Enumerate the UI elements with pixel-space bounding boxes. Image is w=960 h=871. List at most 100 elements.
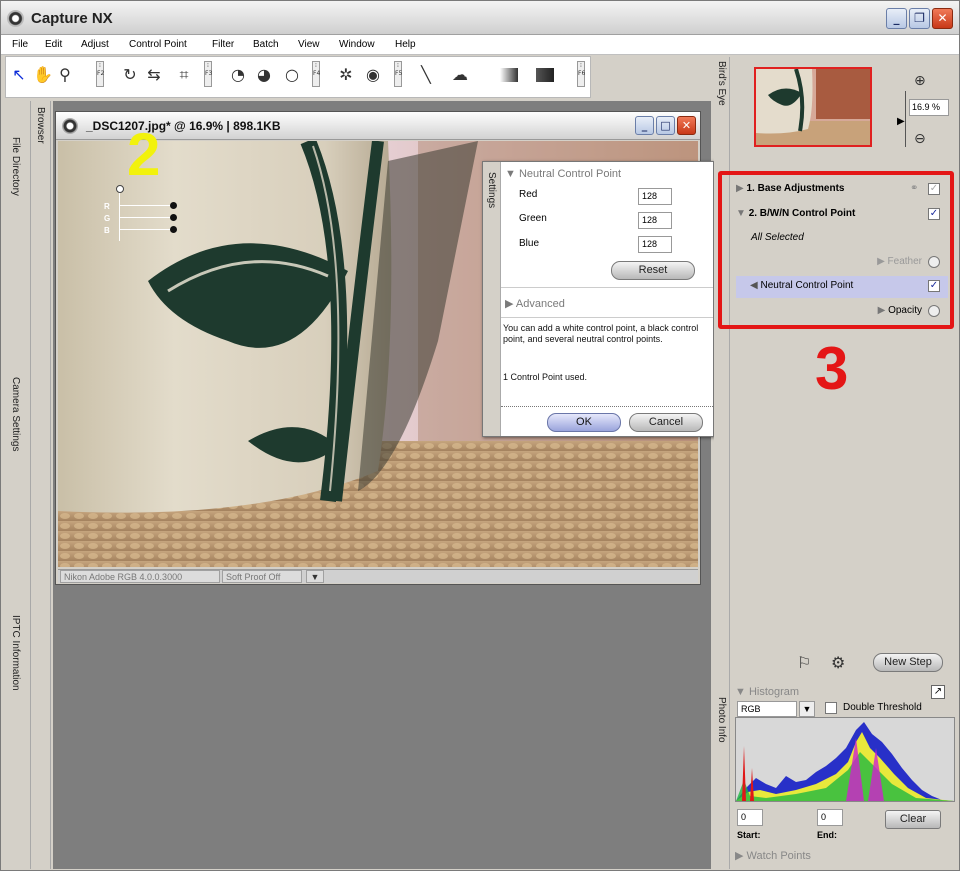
menu-edit[interactable]: Edit [45,39,62,50]
white-control-point-icon[interactable]: ○ [282,64,302,86]
menu-window[interactable]: Window [339,39,375,50]
zoom-icon[interactable]: ⚲ [55,64,75,86]
control-point-handle[interactable] [116,185,124,193]
image-window-icon [62,118,78,134]
image-minimize-button[interactable]: _ [635,116,654,135]
double-threshold-checkbox[interactable] [825,702,837,714]
app-titlebar: Capture NX _ ❐ ✕ [1,1,959,35]
cancel-button[interactable]: Cancel [629,413,703,432]
tab-iptc-information[interactable]: IPTC Information [10,615,21,691]
expand-icon[interactable]: ↗ [931,685,945,699]
eye-icon[interactable]: ◉ [363,64,383,86]
advanced-toggle[interactable]: ▶ Advanced [505,297,565,310]
toolbar-badge-f3[interactable]: ⁝ F3 [204,61,212,87]
new-step-button[interactable]: New Step [873,653,943,672]
cp-slider-g[interactable] [170,214,177,221]
app-logo-icon [7,10,24,27]
tab-browser[interactable]: Browser [35,107,46,144]
menu-help[interactable]: Help [395,39,416,50]
zoom-level-field[interactable]: 16.9 % [909,99,949,116]
gradient-icon[interactable] [500,68,518,82]
menu-bar: File Edit Adjust Control Point Filter Ba… [1,35,959,55]
gear-icon[interactable]: ⚙ [831,653,845,672]
zoom-in-icon[interactable]: ⊕ [914,73,926,89]
menu-filter[interactable]: Filter [212,39,234,50]
edit-list-toolbar: ⚐ ⚙ New Step [731,647,957,681]
menu-file[interactable]: File [12,39,28,50]
menu-view[interactable]: View [298,39,320,50]
control-points-used: 1 Control Point used. [503,372,588,382]
start-value-field[interactable]: 0 [737,809,763,826]
red-label: Red [519,189,538,200]
double-threshold-label: Double Threshold [843,702,922,713]
menu-control-point[interactable]: Control Point [129,39,187,50]
image-close-button[interactable]: ✕ [677,116,696,135]
tab-birds-eye[interactable]: Bird's Eye [716,61,727,106]
cp-label-g: G [104,214,111,223]
toolbar-badge-f6[interactable]: ⁝ F6 [577,61,585,87]
image-maximize-button[interactable]: □ [656,116,675,135]
rotate-icon[interactable]: ↻ [120,64,140,86]
hand-icon[interactable]: ✋ [33,64,53,86]
settings-tab[interactable]: Settings [483,162,501,436]
tab-camera-settings[interactable]: Camera Settings [10,377,21,451]
browser-rail: Browser [31,101,51,869]
clear-button[interactable]: Clear [885,810,941,829]
brush-icon[interactable]: ╲ [416,64,436,86]
histogram-header[interactable]: ▼ Histogram [735,686,799,698]
green-value-field[interactable]: 128 [638,212,672,229]
neutral-control-point-icon[interactable]: ◕ [254,64,274,86]
annotation-highlight-box [718,171,954,329]
red-value-field[interactable]: 128 [638,188,672,205]
toolbar-badge-f4[interactable]: ⁝ F4 [312,61,320,87]
histogram-graph [736,718,954,801]
toolbar-badge-f5[interactable]: ⁝ F5 [394,61,402,87]
direct-select-icon[interactable]: ↖ [9,64,29,86]
blue-value-field[interactable]: 128 [638,236,672,253]
app-title: Capture NX [31,10,113,27]
straighten-icon[interactable]: ⇆ [144,64,164,86]
fill-icon[interactable] [536,68,554,82]
neutral-control-point-dialog: Settings ▼ Neutral Control Point Red 128… [482,161,714,437]
control-point-widget[interactable]: R G B [104,185,180,255]
minimize-button[interactable]: _ [886,8,907,29]
flag-icon[interactable]: ⚐ [797,653,811,672]
menu-batch[interactable]: Batch [253,39,279,50]
restore-button[interactable]: ❐ [909,8,930,29]
tab-photo-info[interactable]: Photo Info [716,697,727,743]
image-status-bar: Nikon Adobe RGB 4.0.0.3000 Soft Proof Of… [58,569,698,583]
red-eye-icon[interactable]: ✲ [336,64,356,86]
crop-icon[interactable]: ⌗ [174,64,194,86]
lasso-icon[interactable]: ☁ [450,64,470,86]
zoom-out-icon[interactable]: ⊖ [914,131,926,147]
end-value-field[interactable]: 0 [817,809,843,826]
start-label: Start: [737,830,761,840]
channel-dropdown-icon[interactable]: ▼ [799,701,815,717]
soft-proof-dropdown-icon[interactable]: ▼ [306,570,324,583]
reset-button[interactable]: Reset [611,261,695,280]
blue-label: Blue [519,238,540,249]
cp-slider-r[interactable] [170,202,177,209]
histogram-chart[interactable] [735,717,955,802]
thumbnail-image [756,69,870,145]
close-button[interactable]: ✕ [932,8,953,29]
end-label: End: [817,830,837,840]
watch-points-toggle[interactable]: ▶ Watch Points [735,849,811,862]
black-control-point-icon[interactable]: ◔ [228,64,248,86]
cp-label-r: R [104,202,110,211]
color-profile-label: Nikon Adobe RGB 4.0.0.3000 [60,570,220,583]
toolbar-badge-f2[interactable]: ⁝ F2 [96,61,104,87]
birds-eye-thumbnail[interactable] [754,67,872,147]
dialog-header[interactable]: ▼ Neutral Control Point [505,168,621,180]
soft-proof-label: Soft Proof Off [222,570,302,583]
ok-button[interactable]: OK [547,413,621,432]
cp-slider-b[interactable] [170,226,177,233]
dialog-description: You can add a white control point, a bla… [503,323,699,344]
annotation-2: 2 [127,121,161,188]
menu-adjust[interactable]: Adjust [81,39,109,50]
channel-select[interactable]: RGB [737,701,797,717]
main-toolbar: ↖ ✋ ⚲ ⁝ F2 ↻ ⇆ ⌗ ⁝ F3 ◔ ◕ ○ ⁝ F4 ✲ ◉ ⁝ F5 ╲ … [5,56,591,98]
zoom-pointer-icon: ▶ [897,116,905,127]
tab-file-directory[interactable]: File Directory [10,137,21,196]
cp-label-b: B [104,226,110,235]
